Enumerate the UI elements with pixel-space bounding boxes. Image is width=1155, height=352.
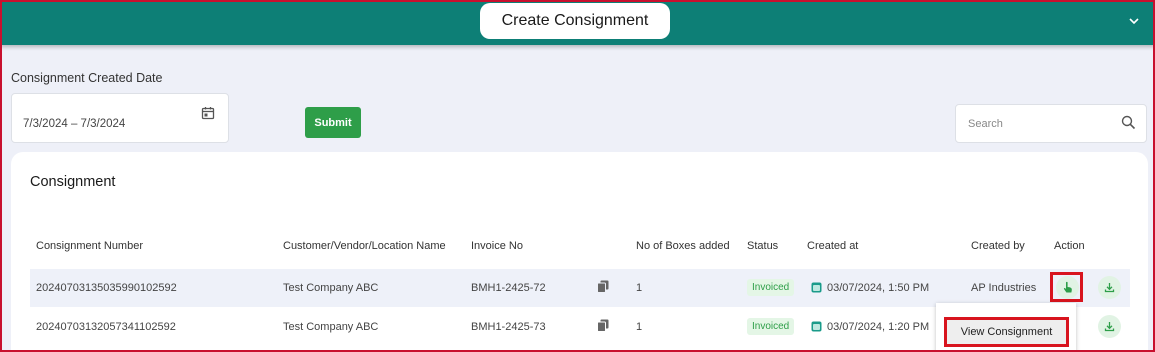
- date-range-picker[interactable]: 7/3/2024 – 7/3/2024: [11, 93, 229, 143]
- created-at: 03/07/2024, 1:20 PM: [827, 321, 930, 333]
- download-button[interactable]: [1098, 276, 1121, 299]
- table-row: 20240703135035990102592 Test Company ABC…: [30, 269, 1130, 307]
- table-header: Consignment Number Customer/Vendor/Locat…: [11, 240, 1148, 254]
- column-invoice-no: Invoice No: [471, 240, 523, 252]
- column-customer: Customer/Vendor/Location Name: [283, 240, 446, 252]
- column-boxes: No of Boxes added: [636, 240, 730, 252]
- customer-name: Test Company ABC: [283, 321, 379, 333]
- submit-button[interactable]: Submit: [305, 107, 361, 138]
- column-consignment-number: Consignment Number: [36, 240, 143, 252]
- boxes-count: 1: [636, 282, 643, 294]
- search-field[interactable]: [955, 104, 1147, 143]
- download-icon: [1104, 283, 1115, 293]
- invoice-number: BMH1-2425-72: [471, 282, 546, 294]
- column-created-by: Created by: [971, 240, 1025, 252]
- search-icon[interactable]: [1121, 115, 1136, 130]
- calendar-icon: [811, 282, 822, 293]
- column-action: Action: [1054, 240, 1085, 252]
- boxes-count: 1: [636, 321, 643, 333]
- date-filter-label: Consignment Created Date: [11, 71, 163, 85]
- copy-icon[interactable]: [597, 280, 609, 293]
- search-input[interactable]: [957, 106, 1117, 141]
- date-range-value[interactable]: 7/3/2024 – 7/3/2024: [23, 118, 125, 130]
- download-button[interactable]: [1098, 315, 1121, 338]
- chevron-down-icon[interactable]: [1127, 14, 1141, 28]
- top-bar: Create Consignment: [0, 0, 1155, 45]
- calendar-icon: [811, 321, 822, 332]
- copy-icon[interactable]: [597, 319, 609, 332]
- status-badge: Invoiced: [747, 318, 795, 335]
- customer-name: Test Company ABC: [283, 282, 379, 294]
- status-badge: Invoiced: [747, 279, 795, 296]
- column-status: Status: [747, 240, 779, 252]
- calendar-icon[interactable]: [201, 106, 215, 120]
- consignment-number: 20240703135035990102592: [36, 282, 177, 294]
- download-icon: [1104, 322, 1115, 332]
- created-at: 03/07/2024, 1:50 PM: [827, 282, 930, 294]
- column-created-at: Created at: [807, 240, 859, 252]
- action-highlight-box: [1050, 272, 1083, 302]
- view-consignment-menu-item[interactable]: View Consignment: [944, 317, 1069, 347]
- invoice-number: BMH1-2425-73: [471, 321, 546, 333]
- action-dropdown-menu: View Consignment: [936, 303, 1076, 352]
- consignment-number: 20240703132057341102592: [36, 321, 176, 333]
- created-by: AP Industries: [971, 282, 1037, 294]
- card-title: Consignment: [30, 174, 116, 190]
- create-consignment-button[interactable]: Create Consignment: [480, 3, 670, 39]
